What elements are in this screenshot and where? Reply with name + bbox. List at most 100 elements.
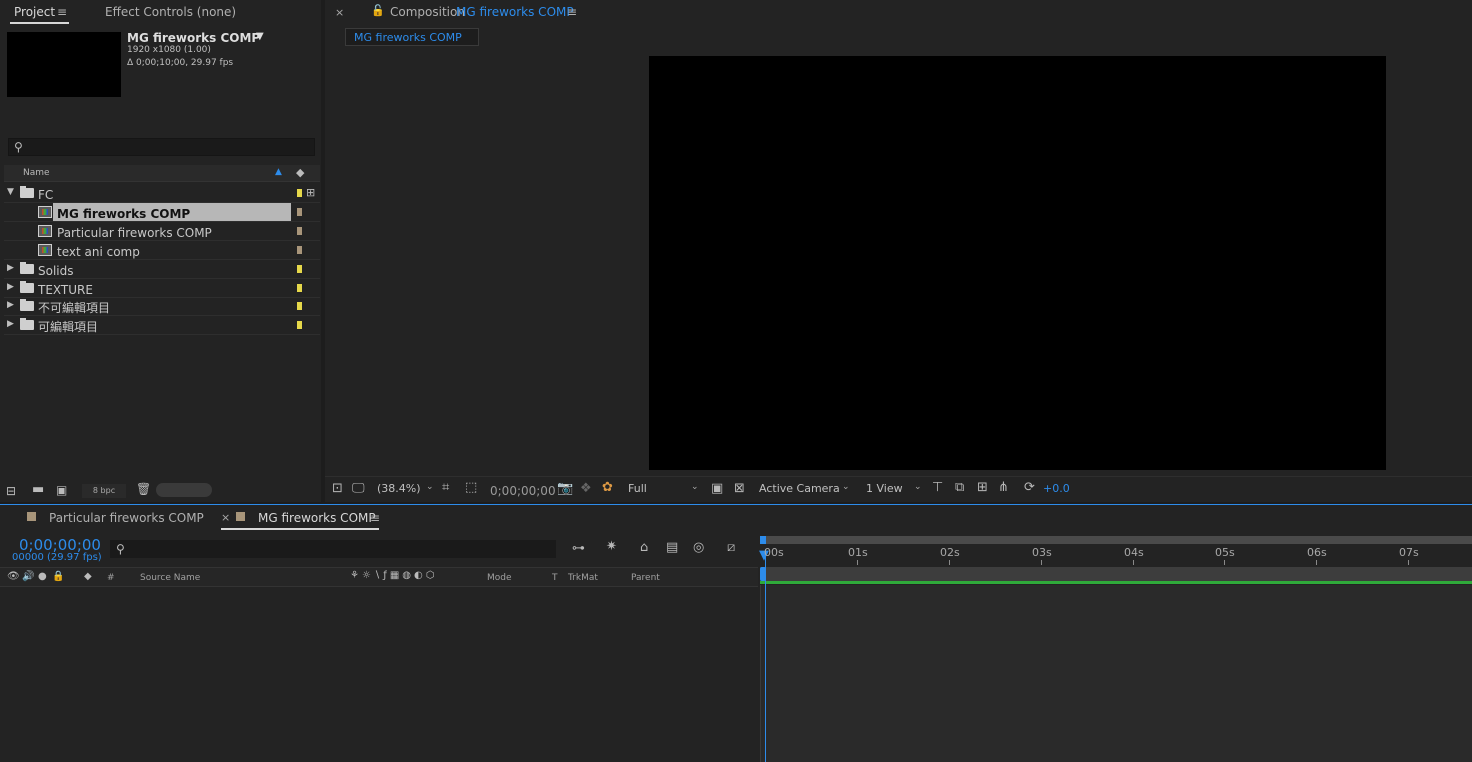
exposure-value[interactable]: +0.0 <box>1043 482 1070 495</box>
thumbnail-size-slider[interactable] <box>156 483 212 497</box>
panel-menu-icon[interactable]: ≡ <box>370 512 380 524</box>
layer-list-area[interactable] <box>0 587 758 762</box>
timeline-panel: Particular fireworks COMP × MG fireworks… <box>0 504 1472 762</box>
project-item-mg-fireworks-comp[interactable]: MG fireworks COMP <box>4 203 320 222</box>
label-swatch <box>297 208 302 216</box>
reset-exposure-icon[interactable]: ⟳ <box>1024 480 1035 495</box>
ruler-label: 03s <box>1032 546 1052 559</box>
tab-project[interactable]: Project <box>14 5 55 19</box>
zoom-dropdown[interactable]: (38.4%) <box>377 482 421 495</box>
trash-icon[interactable]: 🗑 <box>136 482 151 496</box>
solo-switch-icon[interactable]: ● <box>38 571 47 582</box>
layer-number-header[interactable]: # <box>107 573 115 583</box>
lock-icon[interactable]: 🔓 <box>371 4 385 17</box>
view-layout-dropdown[interactable]: 1 View <box>866 482 903 495</box>
ruler-label: 01s <box>848 546 868 559</box>
flowchart-icon[interactable]: ⊞ <box>306 186 315 199</box>
composition-tab-prefix[interactable]: Composition <box>390 5 465 19</box>
new-composition-icon[interactable]: ▣ <box>56 483 67 497</box>
time-navigator[interactable] <box>760 536 1472 544</box>
column-name-header[interactable]: Name <box>23 168 50 178</box>
expand-arrow-icon[interactable]: ▶ <box>7 319 14 329</box>
label-swatch <box>297 284 302 292</box>
expand-arrow-icon[interactable]: ▶ <box>7 263 14 273</box>
item-usage-dropdown-icon[interactable]: ▼ <box>256 31 264 42</box>
search-icon: ⚲ <box>14 140 23 154</box>
composition-tab-name[interactable]: MG fireworks COMP <box>456 5 574 19</box>
camera-dropdown[interactable]: Active Camera <box>759 482 840 495</box>
expand-arrow-icon[interactable]: ▶ <box>7 282 14 292</box>
show-snapshot-icon[interactable]: ❖ <box>580 481 592 496</box>
comp-flow-tab[interactable]: MG fireworks COMP <box>345 28 479 46</box>
interpret-footage-icon[interactable]: ⊟ <box>6 484 16 498</box>
comp-color-swatch <box>27 512 36 521</box>
project-item-solids[interactable]: ▶ Solids <box>4 260 320 279</box>
item-label: TEXTURE <box>38 283 93 297</box>
close-icon[interactable]: × <box>221 511 230 524</box>
work-area-bar[interactable] <box>760 567 1472 581</box>
ruler-tick <box>1041 560 1042 565</box>
project-item-text-ani-comp[interactable]: text ani comp <box>4 241 320 260</box>
region-of-interest-icon[interactable]: ▣ <box>711 481 723 496</box>
time-navigator-start-handle[interactable] <box>760 536 766 544</box>
video-switch-icon[interactable]: 👁 <box>7 571 20 582</box>
bpc-button[interactable]: 8 bpc <box>82 484 126 498</box>
project-item-non-editable[interactable]: ▶ 不可編輯項目 <box>4 297 320 316</box>
close-icon[interactable]: × <box>335 6 344 19</box>
frame-blending-icon[interactable]: ▤ <box>666 540 678 555</box>
t-header[interactable]: T <box>552 573 558 583</box>
mask-path-icon[interactable]: ⬚ <box>465 480 477 495</box>
project-search-input[interactable]: ⚲ <box>8 138 315 156</box>
hide-shy-layers-icon[interactable]: ⌂ <box>640 540 648 555</box>
timeline-tab-mg-fireworks[interactable]: MG fireworks COMP <box>258 511 376 525</box>
layer-switches-icons[interactable]: ⚘☼∖ƒ▦◍◐⬡ <box>350 570 437 581</box>
tab-effect-controls[interactable]: Effect Controls (none) <box>105 5 236 19</box>
timeline-icon[interactable]: ⊞ <box>977 480 988 495</box>
panel-menu-icon[interactable]: ≡ <box>567 6 577 18</box>
current-time-indicator[interactable] <box>765 549 766 762</box>
timeline-tab-particular[interactable]: Particular fireworks COMP <box>49 511 204 525</box>
audio-switch-icon[interactable]: 🔊 <box>22 571 34 582</box>
grid-guides-icon[interactable]: ⌗ <box>442 480 449 495</box>
resolution-dropdown[interactable]: Full <box>628 482 647 495</box>
folder-icon <box>20 318 34 330</box>
mode-header[interactable]: Mode <box>487 573 512 583</box>
comp-canvas[interactable] <box>649 56 1386 470</box>
parent-header[interactable]: Parent <box>631 573 660 583</box>
label-column-icon[interactable]: ◆ <box>296 166 304 179</box>
work-area-start-handle[interactable] <box>760 567 766 581</box>
graph-editor-icon[interactable]: ⧄ <box>727 540 735 555</box>
selected-item-duration: Δ 0;00;10;00, 29.97 fps <box>127 58 234 68</box>
timeline-search-input[interactable]: ⚲ <box>110 540 556 558</box>
composition-icon <box>38 206 52 218</box>
project-item-texture[interactable]: ▶ TEXTURE <box>4 279 320 298</box>
timeline-track-area[interactable] <box>760 585 1472 762</box>
channel-rgb-icon[interactable]: ✿ <box>602 480 613 495</box>
project-item-editable[interactable]: ▶ 可編輯項目 <box>4 316 320 335</box>
source-name-header[interactable]: Source Name <box>140 573 200 583</box>
new-folder-icon[interactable]: ▬ <box>32 482 44 497</box>
camera-snapshot-icon[interactable]: 📷 <box>557 481 573 496</box>
current-time-display[interactable]: 0;00;00;00 <box>490 484 556 498</box>
fast-previews-icon[interactable]: ⧉ <box>955 480 964 495</box>
project-item-fc[interactable]: ▼ FC ⊞ <box>4 184 320 203</box>
lock-switch-icon[interactable]: 🔒 <box>52 571 64 582</box>
flowchart-icon[interactable]: ⋔ <box>998 480 1009 495</box>
project-panel: Project ≡ Effect Controls (none) MG fire… <box>0 0 321 502</box>
expand-arrow-icon[interactable]: ▼ <box>7 187 14 197</box>
label-swatch <box>297 246 302 254</box>
ruler-tick <box>1133 560 1134 565</box>
label-column-icon[interactable]: ◆ <box>84 571 92 582</box>
panel-menu-icon[interactable]: ≡ <box>57 6 67 18</box>
composition-mini-flowchart-icon[interactable]: ⊶ <box>572 541 585 556</box>
always-preview-icon[interactable]: ⊡ <box>332 481 343 496</box>
transparency-grid-icon[interactable]: ⊠ <box>734 481 745 496</box>
trkmat-header[interactable]: TrkMat <box>568 573 598 583</box>
expand-arrow-icon[interactable]: ▶ <box>7 300 14 310</box>
draft-3d-icon[interactable]: ✷ <box>606 539 617 554</box>
motion-blur-icon[interactable]: ◎ <box>693 540 704 555</box>
toggle-pixel-aspect-icon[interactable]: ⊤ <box>932 480 943 495</box>
viewer-area[interactable] <box>325 50 1472 474</box>
project-item-particular-fireworks-comp[interactable]: Particular fireworks COMP <box>4 222 320 241</box>
monitor-icon[interactable]: 🖵 <box>352 481 365 496</box>
